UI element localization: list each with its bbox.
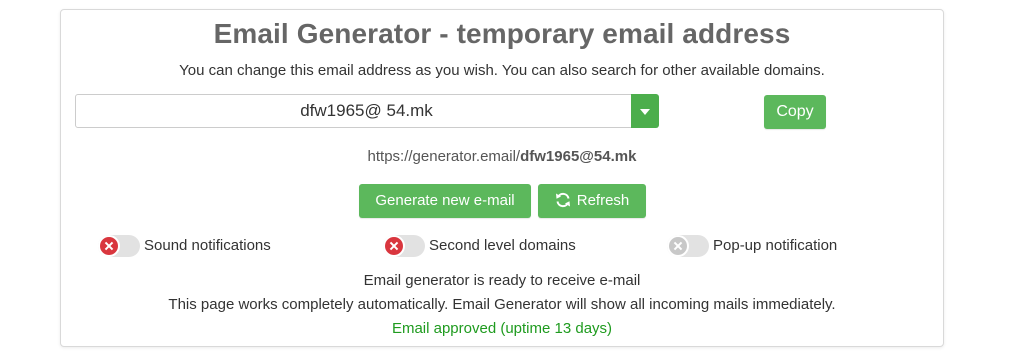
email-user-input[interactable]: dfw1965@ bbox=[300, 101, 382, 120]
copy-button[interactable]: Copy bbox=[764, 95, 826, 129]
status-approved-text: Email approved (uptime 13 days) bbox=[391, 320, 613, 337]
close-icon bbox=[98, 235, 120, 257]
email-domain-input[interactable]: 54.mk bbox=[386, 101, 432, 120]
toggle-second-level-domains[interactable]: Second level domains bbox=[383, 235, 576, 257]
email-link-prefix: https://generator.email/ bbox=[367, 148, 521, 165]
close-icon bbox=[667, 235, 689, 257]
email-address-field[interactable]: dfw1965@ 54.mk bbox=[75, 94, 658, 128]
status-info-text: This page works completely automatically… bbox=[168, 296, 836, 313]
toggle-switch[interactable] bbox=[383, 235, 425, 257]
email-link[interactable]: https://generator.email/dfw1965@54.mk bbox=[61, 148, 943, 165]
chevron-down-icon bbox=[640, 109, 650, 115]
email-link-address: dfw1965@54.mk bbox=[520, 148, 637, 165]
toggle-sound-notifications[interactable]: Sound notifications bbox=[98, 235, 271, 257]
toggle-switch[interactable] bbox=[667, 235, 709, 257]
page-title: Email Generator - temporary email addres… bbox=[213, 18, 791, 49]
toggle-switch[interactable] bbox=[98, 235, 140, 257]
generate-new-email-button[interactable]: Generate new e-mail bbox=[359, 184, 531, 218]
refresh-button[interactable]: Refresh bbox=[538, 184, 646, 218]
toggle-popup-notification[interactable]: Pop-up notification bbox=[667, 235, 837, 257]
toggle-label: Pop-up notification bbox=[713, 237, 838, 254]
refresh-label: Refresh bbox=[576, 192, 630, 209]
email-generator-card: Email Generator - temporary email addres… bbox=[60, 9, 944, 347]
status-ready-text: Email generator is ready to receive e-ma… bbox=[363, 272, 641, 289]
refresh-icon bbox=[555, 192, 570, 208]
close-icon bbox=[383, 235, 405, 257]
page-subtitle: You can change this email address as you… bbox=[179, 62, 825, 79]
domain-dropdown-button[interactable] bbox=[631, 94, 659, 128]
toggle-label: Second level domains bbox=[429, 237, 576, 254]
toggle-label: Sound notifications bbox=[144, 237, 271, 254]
